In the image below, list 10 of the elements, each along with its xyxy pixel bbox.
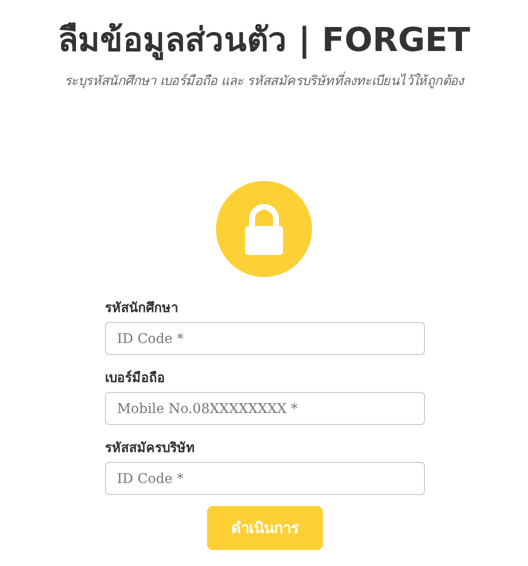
submit-button[interactable]: ดำเนินการ: [207, 506, 323, 550]
input-field[interactable]: ID Code *: [105, 462, 425, 495]
page-subtitle: ระบุรหัสนักศึกษา เบอร์มือถือ และ รหัสสมัครบริษัทที่ลงทะเบียนไว้ให้ถูกต้อง: [64, 70, 464, 91]
field-label: รหัสสมัครบริษัท: [105, 440, 196, 458]
page-title: ลืมข้อมูลส่วนตัว | FORGET: [58, 19, 470, 62]
field-label: รหัสนักศึกษา: [105, 300, 179, 318]
field-label: เบอร์มือถือ: [105, 369, 166, 388]
lock-icon: [216, 181, 312, 277]
input-field[interactable]: Mobile No.08XXXXXXXX *: [105, 392, 425, 425]
input-field[interactable]: ID Code *: [105, 322, 425, 355]
